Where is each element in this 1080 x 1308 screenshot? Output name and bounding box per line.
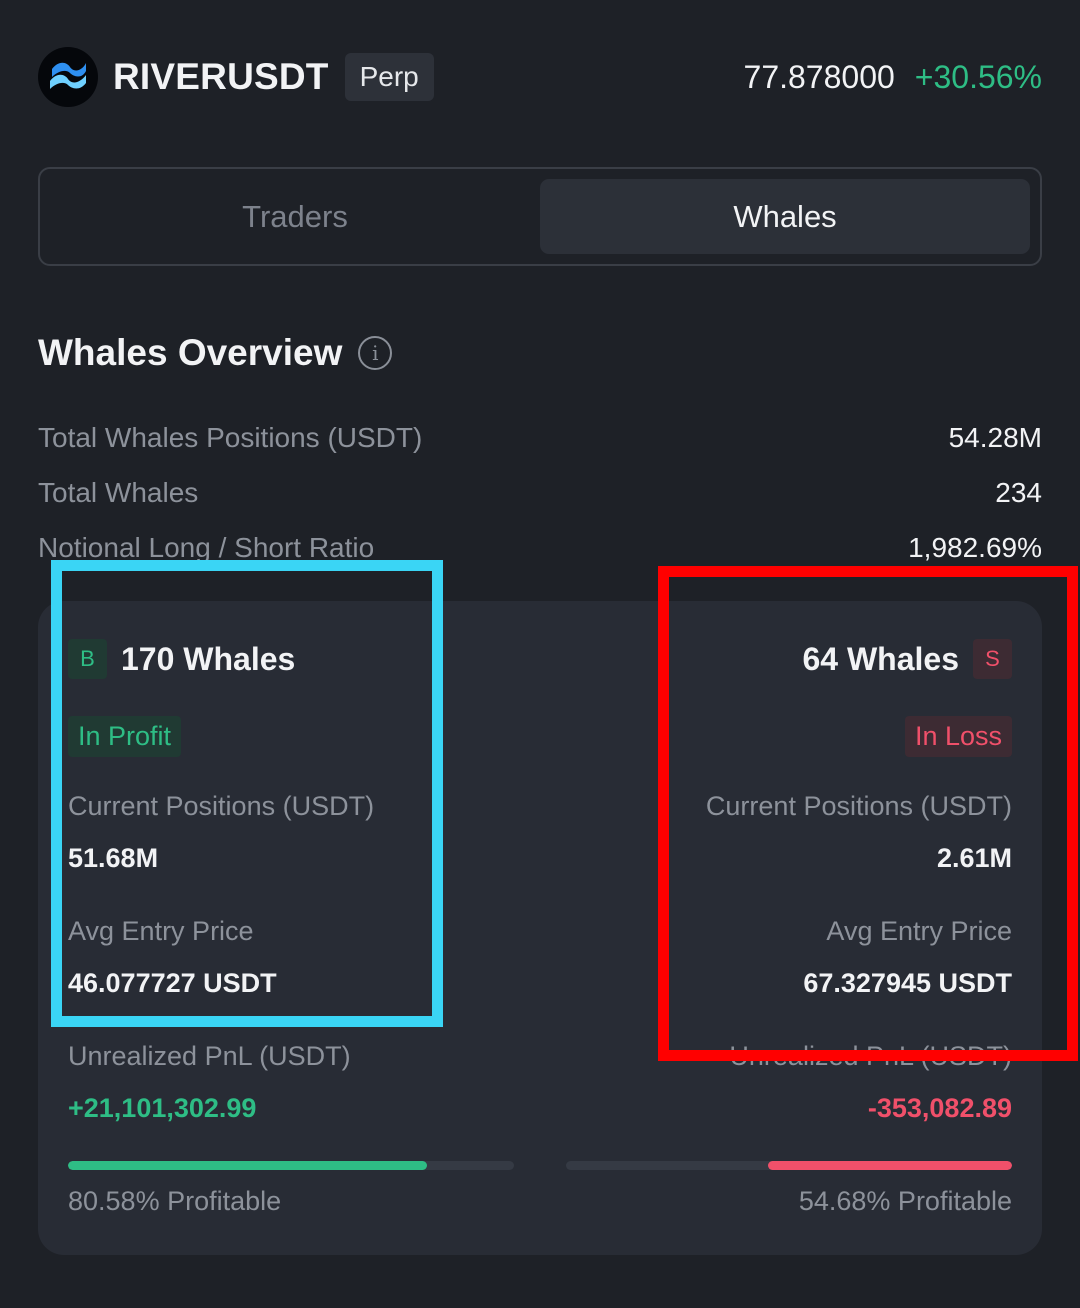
long-whale-count: 170 Whales xyxy=(121,640,296,677)
stat-label: Total Whales xyxy=(38,477,199,508)
short-profitable-text: 54.68% Profitable xyxy=(798,1186,1012,1216)
stat-value: 234 xyxy=(995,477,1042,508)
short-pnl-value: -353,082.89 xyxy=(867,1093,1012,1123)
river-wave-logo-icon xyxy=(38,47,98,107)
short-whale-count: 64 Whales xyxy=(802,640,959,677)
long-profitable-text: 80.58% Profitable xyxy=(68,1186,282,1216)
price-change: +30.56% xyxy=(914,58,1042,95)
buy-badge: B xyxy=(68,639,107,679)
section-title: Whales Overview i xyxy=(38,332,393,374)
short-positions-label: Current Positions (USDT) xyxy=(705,791,1012,821)
contract-type-badge: Perp xyxy=(344,53,434,101)
long-positions-value: 51.68M xyxy=(68,843,159,873)
long-profitable-fill xyxy=(68,1161,428,1170)
stat-total-positions: Total Whales Positions (USDT) 54.28M xyxy=(38,422,1042,454)
in-profit-badge: In Profit xyxy=(68,716,182,757)
sell-badge: S xyxy=(973,639,1012,679)
in-loss-badge: In Loss xyxy=(904,716,1012,757)
pair-header: RIVERUSDT Perp 77.878000 +30.56% xyxy=(38,46,1042,108)
long-pnl-label: Unrealized PnL (USDT) xyxy=(68,1041,351,1071)
short-count-row: 64 Whales S xyxy=(802,639,1012,679)
pair-symbol: RIVERUSDT xyxy=(113,56,329,97)
stat-long-short-ratio: Notional Long / Short Ratio 1,982.69% xyxy=(38,532,1042,564)
short-avg-entry-label: Avg Entry Price xyxy=(826,916,1012,946)
long-profitable-bar xyxy=(68,1161,514,1170)
stat-value: 54.28M xyxy=(948,422,1042,453)
long-positions-label: Current Positions (USDT) xyxy=(68,791,375,821)
short-profitable-bar xyxy=(566,1161,1012,1170)
view-tabs: Traders Whales xyxy=(38,167,1042,266)
long-avg-entry-value: 46.077727 USDT xyxy=(68,968,277,998)
short-positions-value: 2.61M xyxy=(936,843,1012,873)
stat-label: Total Whales Positions (USDT) xyxy=(38,422,423,453)
info-icon[interactable]: i xyxy=(358,336,393,370)
tab-traders[interactable]: Traders xyxy=(50,179,540,254)
stat-total-whales: Total Whales 234 xyxy=(38,477,1042,509)
short-profitable-fill xyxy=(768,1161,1012,1170)
short-avg-entry-value: 67.327945 USDT xyxy=(803,968,1012,998)
long-count-row: B 170 Whales xyxy=(68,639,295,679)
long-avg-entry-label: Avg Entry Price xyxy=(68,916,254,946)
stat-label: Notional Long / Short Ratio xyxy=(38,532,375,563)
short-pnl-label: Unrealized PnL (USDT) xyxy=(729,1041,1012,1071)
tab-whales[interactable]: Whales xyxy=(540,179,1030,254)
stat-value: 1,982.69% xyxy=(908,532,1042,563)
whales-breakdown-card: B 170 Whales In Profit Current Positions… xyxy=(38,601,1042,1255)
last-price: 77.878000 xyxy=(743,58,895,95)
overview-heading: Whales Overview xyxy=(38,332,343,373)
long-pnl-value: +21,101,302.99 xyxy=(68,1093,257,1123)
